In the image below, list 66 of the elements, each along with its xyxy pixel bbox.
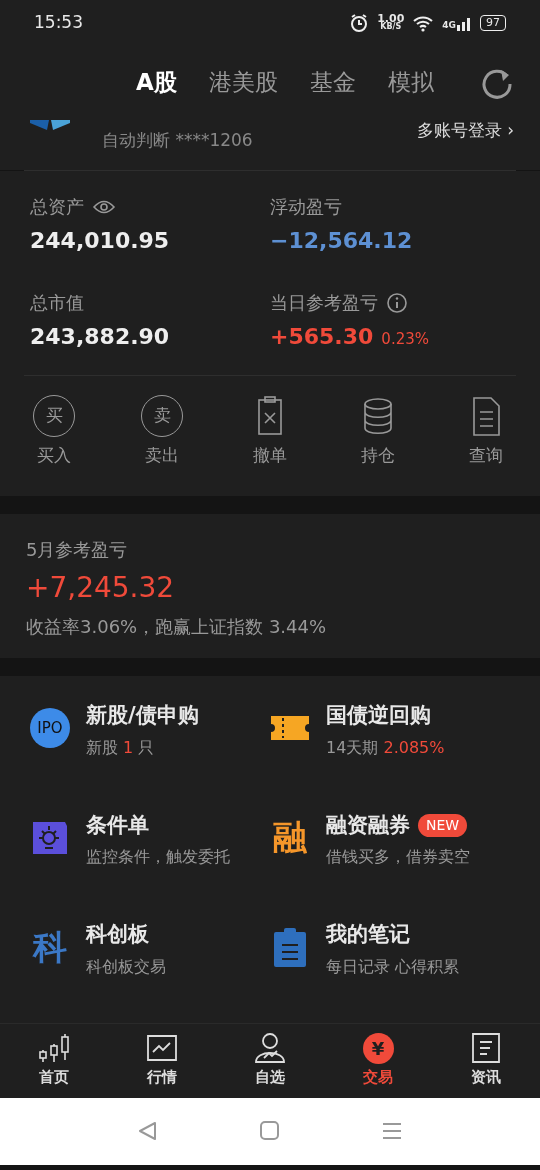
wifi-icon [412,13,435,32]
yen-icon: ¥ [362,1032,394,1064]
nav-tab[interactable]: 首页 [0,1031,108,1090]
speed-unit: KB/S [380,23,402,31]
summary-label: 总市值 [30,291,84,315]
nav-tab[interactable]: 资讯 [432,1031,540,1090]
ipo-icon: IPO [30,708,70,748]
summary-label: 总资产 [30,195,84,219]
action-button[interactable]: 买 买入 [0,394,108,478]
action-button[interactable]: 持仓 [324,394,432,478]
service-item[interactable]: 国债逆回购 14天期 2.085% [270,700,510,760]
market-tab[interactable]: 基金 [293,65,372,100]
summary-value: 244,010.95 [30,227,170,255]
market-tab[interactable]: 模拟 [371,65,450,100]
network-type: 4G [442,18,456,32]
menu-icon[interactable] [381,1120,403,1142]
battery-level: 97 [480,14,506,31]
alarm-icon [349,12,370,33]
summary-value: +565.30 [270,323,374,351]
service-title: 国债逆回购 [326,702,431,729]
summary-label: 当日参考盈亏 [270,291,378,315]
monthly-label: 5月参考盈亏 [26,538,129,562]
summary-label: 浮动盈亏 [270,195,342,219]
service-item[interactable]: 条件单 监控条件，触发委托 [30,809,270,869]
service-subtitle: 新股 1 只 [86,736,156,759]
character-icon: 科 [30,927,70,967]
logo-icon [30,120,70,132]
service-title: 科创板 [86,921,149,948]
news-icon [471,1032,501,1065]
refresh-icon[interactable] [480,67,514,101]
account-number: 自动判断 ****1206 [102,129,253,152]
nav-tab[interactable]: ¥ 交易 [324,1031,432,1090]
info-icon[interactable] [386,291,408,314]
summary-value: 243,882.90 [30,323,170,351]
character-icon: 融 [270,817,310,858]
service-item[interactable]: IPO 新股/债申购 新股 1 只 [30,700,270,760]
service-subtitle: 监控条件，触发委托 [86,846,230,868]
person-icon [254,1032,286,1065]
percent-value: 0.23% [381,329,429,350]
service-title: 新股/债申购 [86,702,199,729]
nav-tab[interactable]: 自选 [216,1031,324,1090]
monthly-profit: +7,245.32 [26,570,176,606]
multi-account-login-link[interactable]: 多账号登录 › [416,122,514,139]
action-button[interactable]: 卖 卖出 [108,394,216,478]
market-tab[interactable]: A股 [120,65,193,100]
eye-icon[interactable] [92,198,116,215]
action-button[interactable]: 撤单 [216,394,324,478]
home-icon[interactable] [259,1120,281,1142]
service-title: 融资融券 [326,811,410,839]
service-subtitle: 每日记录 心得积累 [326,955,460,978]
service-item[interactable]: 我的笔记 每日记录 心得积累 [270,919,510,979]
back-icon[interactable] [137,1120,159,1142]
service-title: 条件单 [86,811,149,839]
candlestick-icon [37,1032,71,1065]
clock-time: 15:53 [34,10,83,34]
nav-tab[interactable]: 行情 [108,1031,216,1090]
service-subtitle: 借钱买多，借券卖空 [326,846,470,868]
summary-value: −12,564.12 [270,227,413,255]
action-button[interactable]: 查询 [432,394,540,478]
service-subtitle: 14天期 2.085% [326,736,445,759]
monthly-note: 收益率3.06%，跑赢上证指数 3.44% [26,615,328,639]
new-badge: NEW [418,813,468,837]
service-subtitle: 科创板交易 [86,955,166,978]
market-tab[interactable]: 港美股 [192,65,294,100]
service-title: 我的笔记 [326,921,410,948]
service-item[interactable]: 融 融资融券 NEW 借钱买多，借券卖空 [270,809,510,869]
